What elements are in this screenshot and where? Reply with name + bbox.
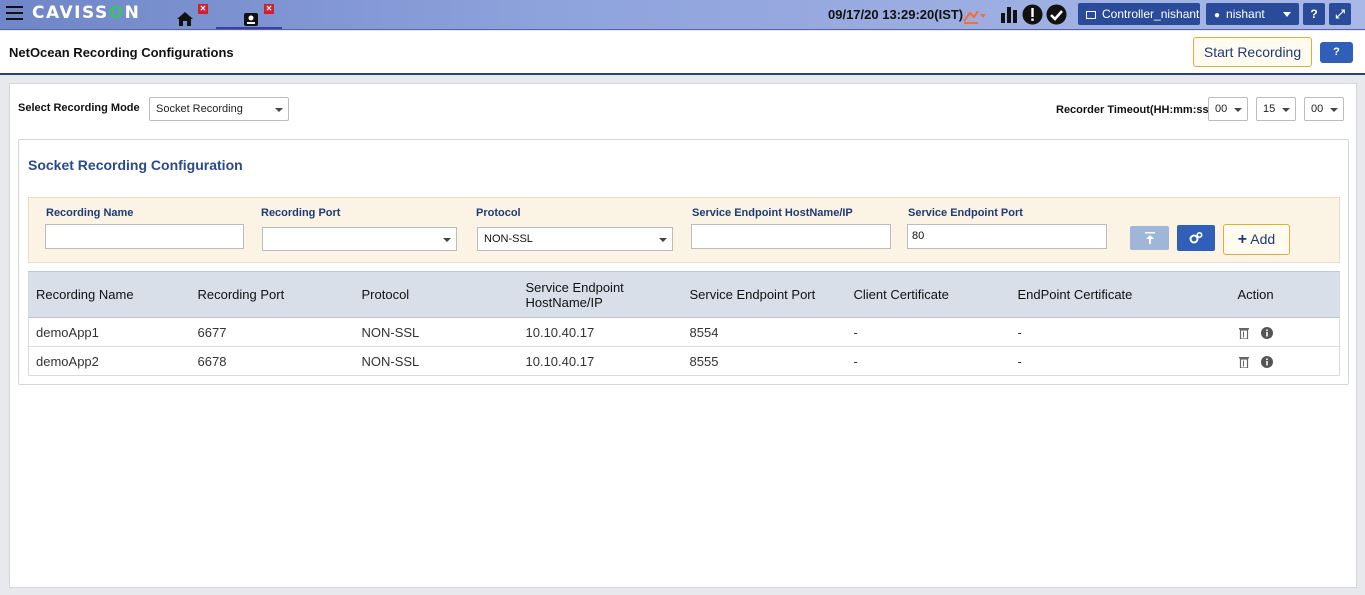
col-protocol: Protocol bbox=[354, 271, 519, 318]
protocol-label: Protocol bbox=[476, 207, 521, 219]
chevron-down-icon bbox=[1330, 108, 1338, 112]
cell-recording-name: demoApp1 bbox=[28, 317, 191, 347]
controller-button[interactable]: Controller_nishant bbox=[1078, 3, 1200, 25]
endpoint-host-label: Service Endpoint HostName/IP bbox=[692, 207, 853, 219]
cell-client-certificate: - bbox=[846, 317, 1011, 347]
protocol-select[interactable]: NON-SSL bbox=[477, 227, 673, 251]
chevron-down-icon bbox=[1234, 108, 1242, 112]
upload-icon bbox=[1144, 232, 1155, 244]
cell-recording-port: 6678 bbox=[190, 346, 355, 376]
recording-mode-label: Select Recording Mode bbox=[18, 102, 140, 114]
gears-icon bbox=[1189, 231, 1203, 244]
user-icon: ● bbox=[1214, 10, 1221, 21]
timeout-hours-select[interactable]: 00 bbox=[1208, 97, 1248, 121]
close-tab-icon[interactable]: ✕ bbox=[264, 4, 274, 14]
close-tab-icon[interactable]: ✕ bbox=[198, 4, 208, 14]
col-recording-name: Recording Name bbox=[28, 271, 191, 318]
info-icon[interactable] bbox=[1261, 327, 1274, 340]
cell-client-certificate: - bbox=[846, 346, 1011, 376]
section-title: Socket Recording Configuration bbox=[28, 157, 243, 173]
col-action: Action bbox=[1230, 271, 1340, 318]
cell-endpoint-port: 8555 bbox=[682, 346, 847, 376]
timeout-seconds-select[interactable]: 00 bbox=[1304, 97, 1344, 121]
chevron-down-icon bbox=[1283, 12, 1291, 17]
chevron-down-icon bbox=[443, 238, 451, 242]
trash-icon[interactable] bbox=[1238, 356, 1250, 369]
timeout-minutes-select[interactable]: 15 bbox=[1256, 97, 1296, 121]
page-title: NetOcean Recording Configurations bbox=[9, 45, 234, 60]
alert-wave-icon[interactable] bbox=[962, 5, 986, 25]
page-header: NetOcean Recording Configurations Start … bbox=[0, 31, 1365, 75]
hamburger-menu-icon[interactable] bbox=[6, 6, 23, 20]
tab-home[interactable]: ✕ bbox=[174, 4, 208, 28]
brand-logo: CAVISSON bbox=[32, 3, 141, 23]
cell-recording-name: demoApp2 bbox=[28, 346, 191, 376]
add-recording-form: Recording Name Recording Port Protocol N… bbox=[28, 197, 1340, 263]
col-endpoint-host: Service Endpoint HostName/IP bbox=[518, 271, 683, 318]
recorder-timeout-label: Recorder Timeout(HH:mm:ss) bbox=[1056, 104, 1213, 116]
endpoint-port-label: Service Endpoint Port bbox=[908, 207, 1023, 219]
col-endpoint-port: Service Endpoint Port bbox=[682, 271, 847, 318]
cell-endpoint-host: 10.10.40.17 bbox=[518, 346, 683, 376]
trash-icon[interactable] bbox=[1238, 327, 1250, 340]
cell-recording-port: 6677 bbox=[190, 317, 355, 347]
table-header-row: Recording Name Recording Port Protocol S… bbox=[28, 271, 1340, 318]
chevron-down-icon bbox=[659, 238, 667, 242]
cell-endpoint-certificate: - bbox=[1010, 317, 1231, 347]
cell-protocol: NON-SSL bbox=[354, 346, 519, 376]
chevron-down-icon bbox=[1282, 108, 1290, 112]
col-endpoint-certificate: EndPoint Certificate bbox=[1010, 271, 1231, 318]
cell-action bbox=[1230, 346, 1340, 376]
recording-port-label: Recording Port bbox=[261, 207, 341, 219]
bar-chart-icon[interactable] bbox=[1000, 5, 1018, 23]
upload-button[interactable] bbox=[1130, 226, 1169, 250]
plus-icon: + bbox=[1237, 231, 1248, 248]
chevron-down-icon bbox=[275, 108, 283, 112]
check-status-icon[interactable] bbox=[1046, 4, 1067, 25]
recorder-icon bbox=[244, 13, 258, 26]
help-button[interactable]: ? bbox=[1320, 42, 1353, 63]
cell-endpoint-certificate: - bbox=[1010, 346, 1231, 376]
settings-button[interactable] bbox=[1177, 225, 1215, 251]
user-menu-button[interactable]: ● nishant bbox=[1206, 3, 1299, 25]
add-button[interactable]: + Add bbox=[1223, 224, 1290, 255]
active-tab-indicator bbox=[216, 27, 282, 29]
recording-name-input[interactable] bbox=[45, 224, 244, 249]
cell-endpoint-host: 10.10.40.17 bbox=[518, 317, 683, 347]
col-recording-port: Recording Port bbox=[190, 271, 355, 318]
endpoint-port-input[interactable]: 80 bbox=[907, 224, 1107, 249]
alert-icon[interactable] bbox=[1022, 4, 1043, 25]
cell-action bbox=[1230, 317, 1340, 347]
tab-recording[interactable]: ✕ bbox=[240, 4, 274, 28]
table-row: demoApp2 6678 NON-SSL 10.10.40.17 8555 -… bbox=[28, 346, 1340, 376]
recordings-table: Recording Name Recording Port Protocol S… bbox=[28, 271, 1340, 376]
cell-endpoint-port: 8554 bbox=[682, 317, 847, 347]
col-client-certificate: Client Certificate bbox=[846, 271, 1011, 318]
start-recording-button[interactable]: Start Recording bbox=[1193, 37, 1312, 67]
recording-name-label: Recording Name bbox=[46, 207, 134, 219]
cell-protocol: NON-SSL bbox=[354, 317, 519, 347]
datetime-display: 09/17/20 13:29:20(IST) bbox=[828, 7, 964, 22]
info-icon[interactable] bbox=[1261, 356, 1274, 369]
recording-mode-select[interactable]: Socket Recording bbox=[149, 97, 289, 121]
endpoint-host-input[interactable] bbox=[691, 224, 891, 249]
socket-recording-section: Socket Recording Configuration Recording… bbox=[18, 139, 1349, 385]
table-row: demoApp1 6677 NON-SSL 10.10.40.17 8554 -… bbox=[28, 317, 1340, 347]
main-panel: Select Recording Mode Socket Recording R… bbox=[9, 83, 1357, 588]
help-topbar-button[interactable]: ? bbox=[1303, 3, 1325, 25]
top-bar: CAVISSON ✕ ✕ 09/17/20 13:29:20(IST) Cont… bbox=[0, 0, 1365, 30]
expand-icon[interactable]: ⤢ bbox=[1329, 3, 1351, 25]
home-icon bbox=[177, 12, 193, 26]
controller-icon bbox=[1086, 10, 1096, 19]
recording-port-select[interactable] bbox=[262, 227, 457, 251]
